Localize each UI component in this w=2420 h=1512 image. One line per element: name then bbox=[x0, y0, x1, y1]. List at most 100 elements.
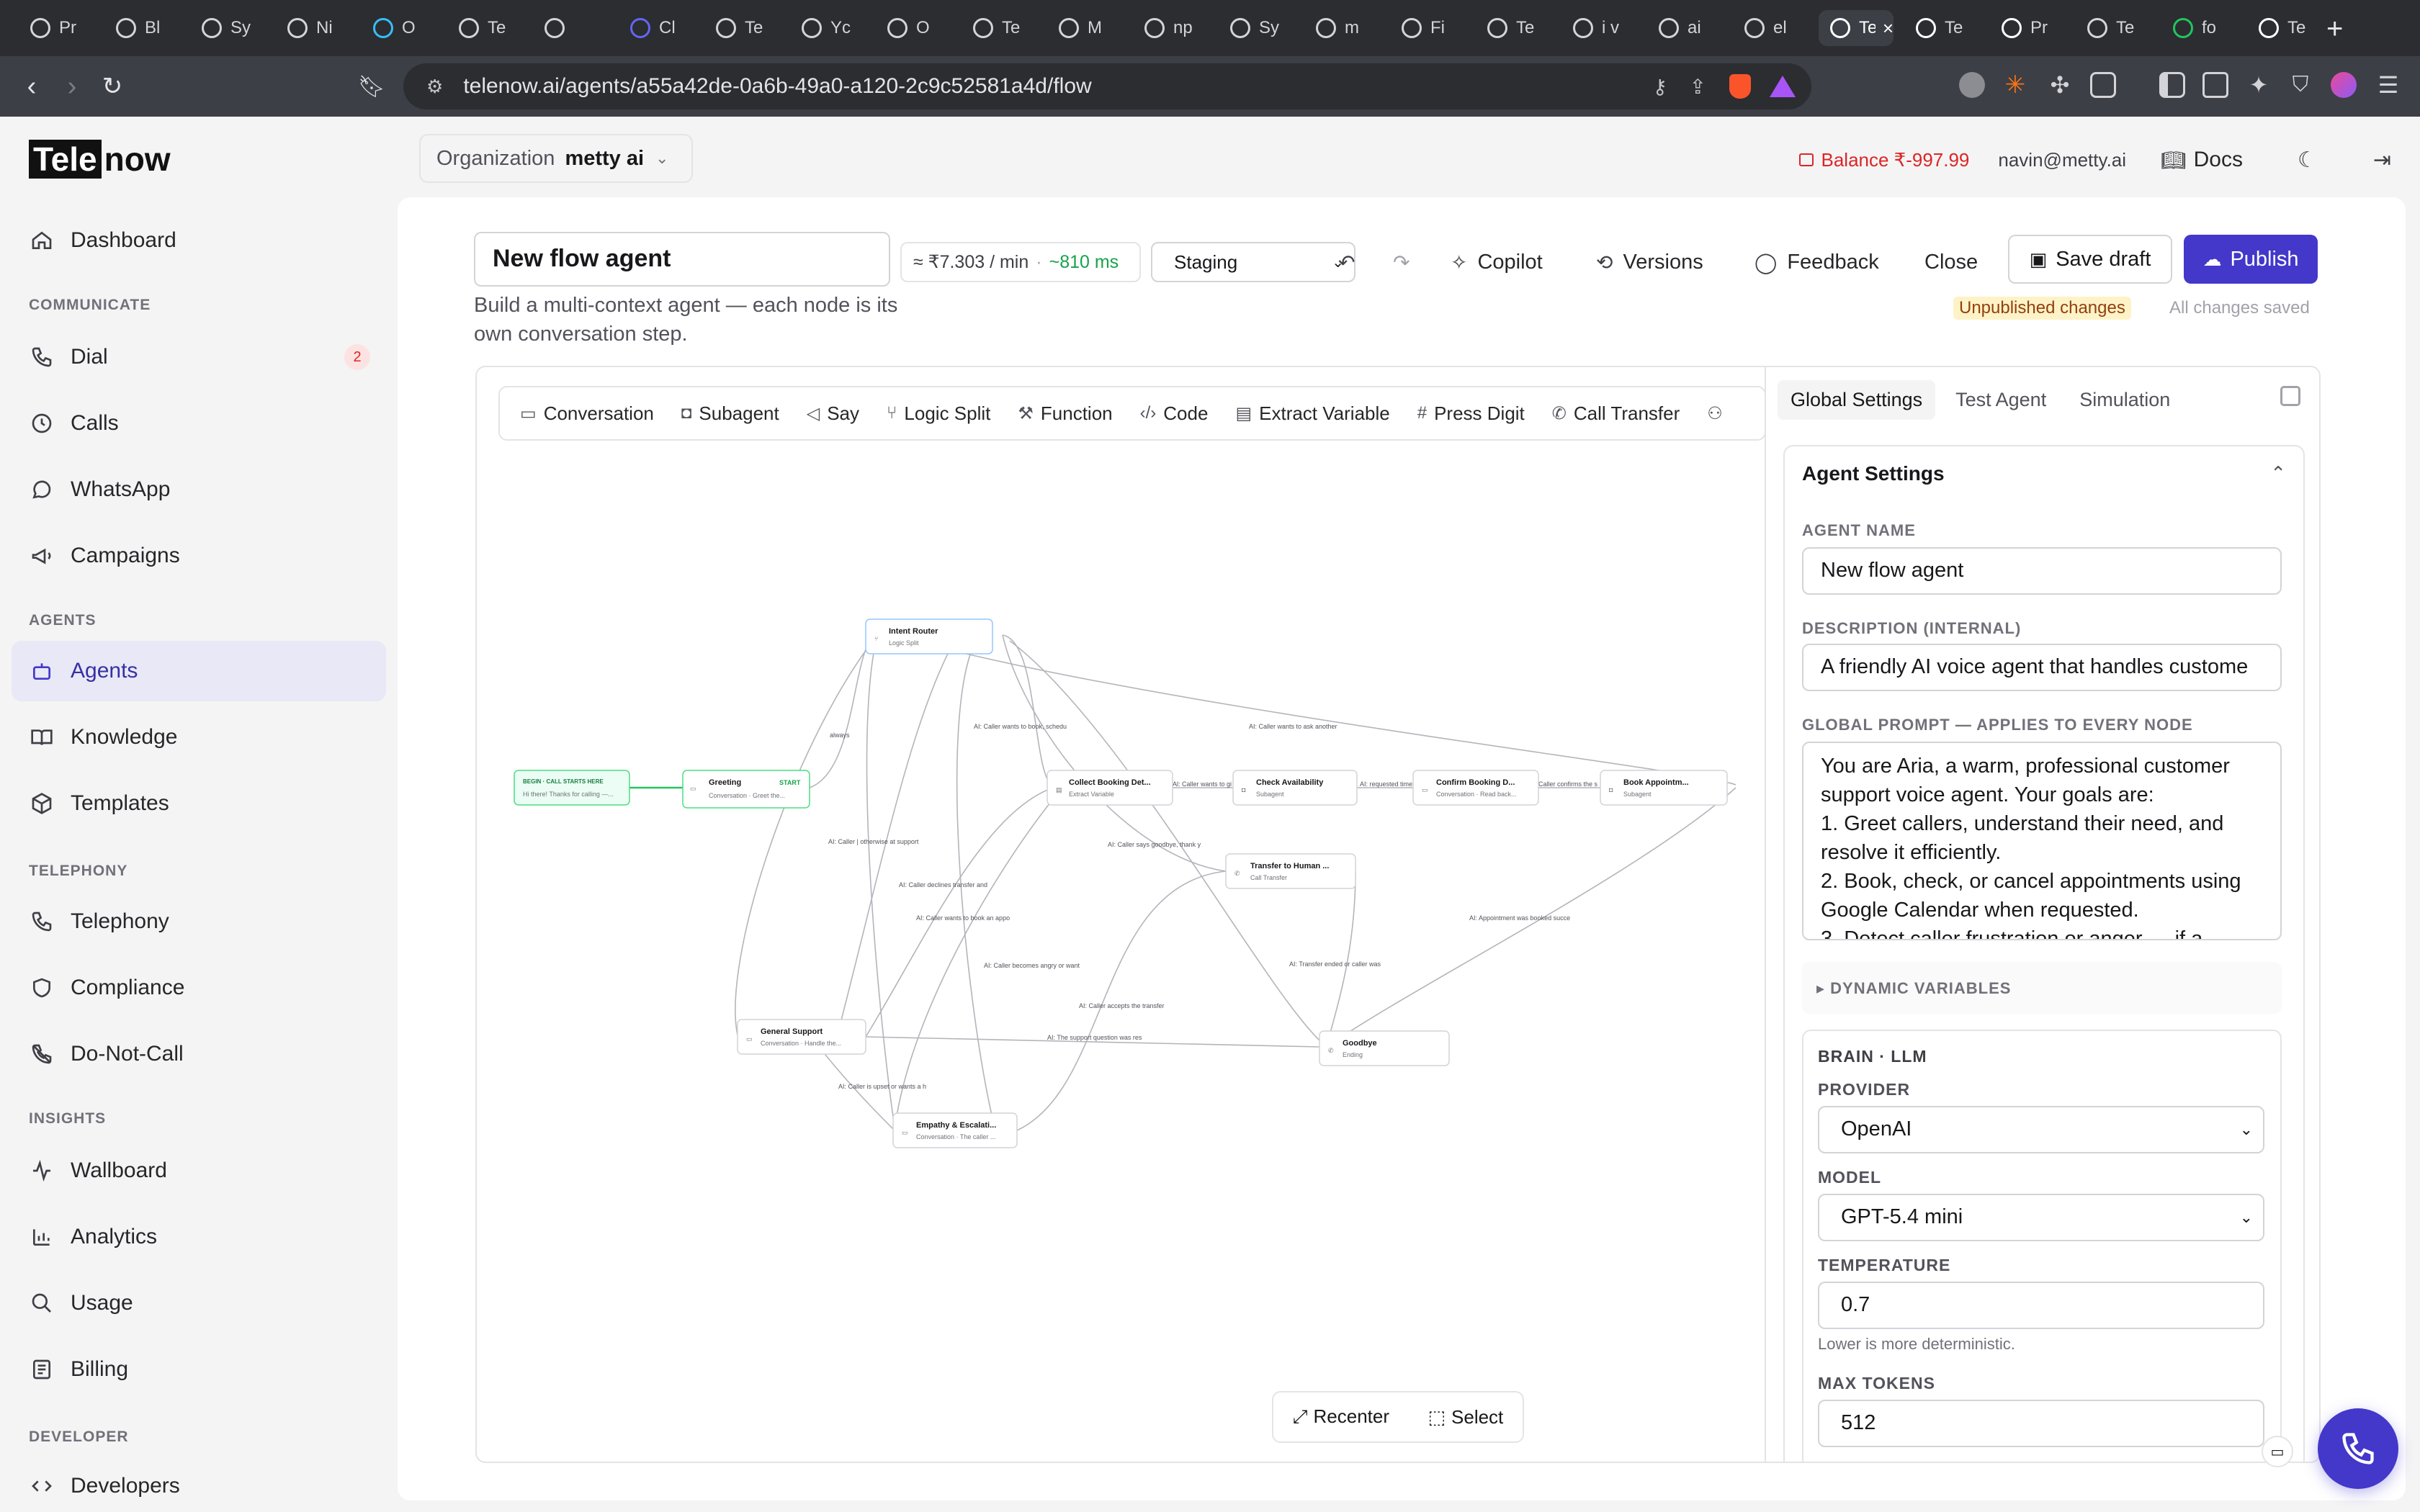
leo-ai-icon[interactable]: ✦ bbox=[2246, 72, 2272, 98]
docs-link[interactable]: 📖︎ Docs bbox=[2161, 148, 2243, 172]
browser-tab[interactable]: Te × bbox=[1819, 10, 1894, 46]
add-call-transfer-node[interactable]: ✆ Call Transfer bbox=[1552, 402, 1680, 425]
sidebar-item-calls[interactable]: Calls bbox=[12, 393, 386, 454]
organization-selector[interactable]: Organization metty ai ⌄ bbox=[419, 134, 693, 183]
bookmark-icon[interactable]: 🔖︎ bbox=[351, 74, 392, 99]
browser-tab[interactable]: Pr bbox=[1990, 10, 2069, 46]
flow-node-begin[interactable]: BEGIN · CALL STARTS HERE Hi there! Thank… bbox=[514, 770, 630, 806]
browser-tab[interactable]: Te bbox=[2076, 10, 2155, 46]
back-icon[interactable]: ‹ bbox=[12, 71, 52, 102]
vpn-icon[interactable]: ⛉ bbox=[2287, 72, 2313, 98]
redo-button[interactable]: ↷ bbox=[1393, 242, 1420, 282]
browser-tab[interactable]: np bbox=[1133, 10, 1212, 46]
select-button[interactable]: ⬚ Select bbox=[1428, 1406, 1503, 1428]
browser-tab[interactable]: Te bbox=[2247, 10, 2326, 46]
add-subagent-node[interactable]: ◘ Subagent bbox=[681, 402, 779, 425]
key-icon[interactable]: ⚷ bbox=[1652, 75, 1667, 99]
dynamic-variables-toggle[interactable]: ▸ DYNAMIC VARIABLES bbox=[1802, 962, 2282, 1014]
environment-select[interactable]: Staging ⌄ bbox=[1151, 242, 1355, 282]
browser-tab[interactable]: Te bbox=[962, 10, 1041, 46]
flow-node-collect-booking[interactable]: ▤ Collect Booking Det... Extract Variabl… bbox=[1047, 770, 1173, 806]
add-function-node[interactable]: ⚒ Function bbox=[1018, 402, 1112, 425]
add-press-digit-node[interactable]: # Press Digit bbox=[1417, 402, 1525, 425]
balance-badge[interactable]: Balance ₹-997.99 bbox=[1799, 149, 1969, 171]
sidebar-item-telephony[interactable]: Telephony bbox=[12, 891, 386, 952]
browser-tab[interactable]: Te bbox=[447, 10, 526, 46]
undo-button[interactable]: ↶ bbox=[1338, 242, 1365, 282]
site-settings-icon[interactable]: ⚙ bbox=[426, 76, 443, 98]
browser-tab[interactable]: Te bbox=[1904, 10, 1984, 46]
flow-node-confirm-booking[interactable]: ▭ Confirm Booking D... Conversation · Re… bbox=[1412, 770, 1539, 806]
add-code-node[interactable]: ‹/› Code bbox=[1140, 402, 1209, 425]
browser-tab[interactable]: ai bbox=[1647, 10, 1726, 46]
browser-tab[interactable]: i v bbox=[1561, 10, 1641, 46]
flow-node-intent-router[interactable]: ⑂ Intent Router Logic Split bbox=[865, 618, 993, 654]
flow-node-empathy-escalation[interactable]: ▭ Empathy & Escalati... Conversation · T… bbox=[892, 1112, 1018, 1148]
telenow-logo[interactable]: Tele now bbox=[29, 140, 174, 179]
browser-tab[interactable]: O bbox=[362, 10, 441, 46]
flow-node-greeting[interactable]: ▭ Greeting START Conversation · Greet th… bbox=[682, 770, 810, 809]
menu-icon[interactable]: ☰ bbox=[2375, 72, 2401, 98]
copilot-button[interactable]: ✧ Copilot bbox=[1451, 242, 1543, 282]
recenter-button[interactable]: ⤢ Recenter bbox=[1293, 1405, 1389, 1428]
extension-icon-3[interactable] bbox=[2090, 72, 2116, 98]
brave-shield-icon[interactable] bbox=[1729, 74, 1751, 99]
sidebar-item-billing[interactable]: Billing bbox=[12, 1339, 386, 1400]
browser-tab[interactable]: Yc bbox=[790, 10, 869, 46]
flow-node-check-availability[interactable]: ◘ Check Availability Subagent bbox=[1232, 770, 1358, 806]
tab-simulation[interactable]: Simulation bbox=[2066, 380, 2183, 420]
sidebar-toggle-icon[interactable] bbox=[2159, 72, 2185, 98]
sidebar-item-usage[interactable]: Usage bbox=[12, 1273, 386, 1333]
browser-tab[interactable]: m bbox=[1304, 10, 1384, 46]
browser-tab[interactable]: el bbox=[1733, 10, 1812, 46]
extension-icon-2[interactable]: ✳ bbox=[2002, 72, 2028, 98]
logout-icon[interactable]: ⇥ bbox=[2373, 148, 2391, 173]
agent-title-input[interactable]: New flow agent bbox=[474, 232, 890, 287]
flow-node-general-support[interactable]: ▭ General Support Conversation · Handle … bbox=[737, 1019, 866, 1055]
sidebar-item-agents[interactable]: Agents bbox=[12, 641, 386, 701]
add-conversation-node[interactable]: ▭ Conversation bbox=[520, 402, 654, 425]
tab-test-agent[interactable]: Test Agent bbox=[1942, 380, 2059, 420]
sidebar-item-wallboard[interactable]: Wallboard bbox=[12, 1140, 386, 1201]
reload-icon[interactable]: ↻ bbox=[92, 72, 133, 101]
description-field[interactable]: A friendly AI voice agent that handles c… bbox=[1802, 644, 2282, 691]
chat-widget-icon[interactable]: ▭ bbox=[2262, 1436, 2293, 1467]
sidebar-item-templates[interactable]: Templates bbox=[12, 773, 386, 834]
global-prompt-textarea[interactable]: You are Aria, a warm, professional custo… bbox=[1802, 742, 2282, 940]
browser-tab[interactable]: Sy bbox=[1219, 10, 1298, 46]
browser-tab[interactable] bbox=[533, 10, 612, 46]
browser-tab[interactable]: M bbox=[1047, 10, 1126, 46]
address-bar[interactable]: ⚙ telenow.ai/agents/a55a42de-0a6b-49a0-a… bbox=[403, 63, 1811, 109]
browser-tab[interactable]: O bbox=[876, 10, 955, 46]
add-say-node[interactable]: ◁ Say bbox=[807, 402, 859, 425]
save-draft-button[interactable]: ▣ Save draft bbox=[2008, 235, 2172, 284]
flow-node-goodbye[interactable]: ✆ Goodbye Ending bbox=[1319, 1030, 1450, 1066]
tab-global-settings[interactable]: Global Settings bbox=[1778, 379, 1936, 420]
browser-tab[interactable]: Ni bbox=[276, 10, 355, 46]
extensions-puzzle-icon[interactable]: ✣ bbox=[2047, 72, 2073, 98]
sidebar-item-developers[interactable]: Developers bbox=[12, 1456, 386, 1512]
browser-tab[interactable]: Sy bbox=[190, 10, 269, 46]
extension-icon-1[interactable] bbox=[1959, 72, 1985, 98]
flow-node-book-appointment[interactable]: ◘ Book Appointm... Subagent bbox=[1600, 770, 1728, 806]
sidebar-item-whatsapp[interactable]: WhatsApp bbox=[12, 459, 386, 520]
close-button[interactable]: Close bbox=[1924, 242, 1978, 282]
new-tab-button[interactable]: + bbox=[2326, 13, 2343, 45]
flow-canvas[interactable]: always AI: Caller wants to book, schedu … bbox=[477, 446, 1763, 1463]
sidebar-item-dnc[interactable]: Do-Not-Call bbox=[12, 1024, 386, 1084]
model-select[interactable]: GPT-5.4 mini ⌄ bbox=[1818, 1194, 2264, 1241]
wallet-icon[interactable] bbox=[2202, 72, 2228, 98]
close-tab-icon[interactable]: × bbox=[1883, 17, 1894, 40]
theme-toggle-icon[interactable]: ☾ bbox=[2298, 148, 2317, 173]
max-tokens-input[interactable]: 512 bbox=[1818, 1400, 2264, 1447]
sidebar-item-compliance[interactable]: Compliance bbox=[12, 958, 386, 1018]
browser-tab[interactable]: Te bbox=[1476, 10, 1555, 46]
browser-tab[interactable]: Te bbox=[704, 10, 784, 46]
flow-node-transfer-human[interactable]: ✆ Transfer to Human ... Call Transfer bbox=[1225, 853, 1356, 889]
temperature-input[interactable]: 0.7 bbox=[1818, 1282, 2264, 1329]
sidebar-item-knowledge[interactable]: Knowledge bbox=[12, 707, 386, 768]
brave-rewards-icon[interactable] bbox=[1770, 76, 1796, 97]
publish-button[interactable]: ☁ Publish bbox=[2184, 235, 2318, 284]
browser-tab[interactable]: fo bbox=[2161, 10, 2241, 46]
browser-tab[interactable]: Pr bbox=[19, 10, 98, 46]
